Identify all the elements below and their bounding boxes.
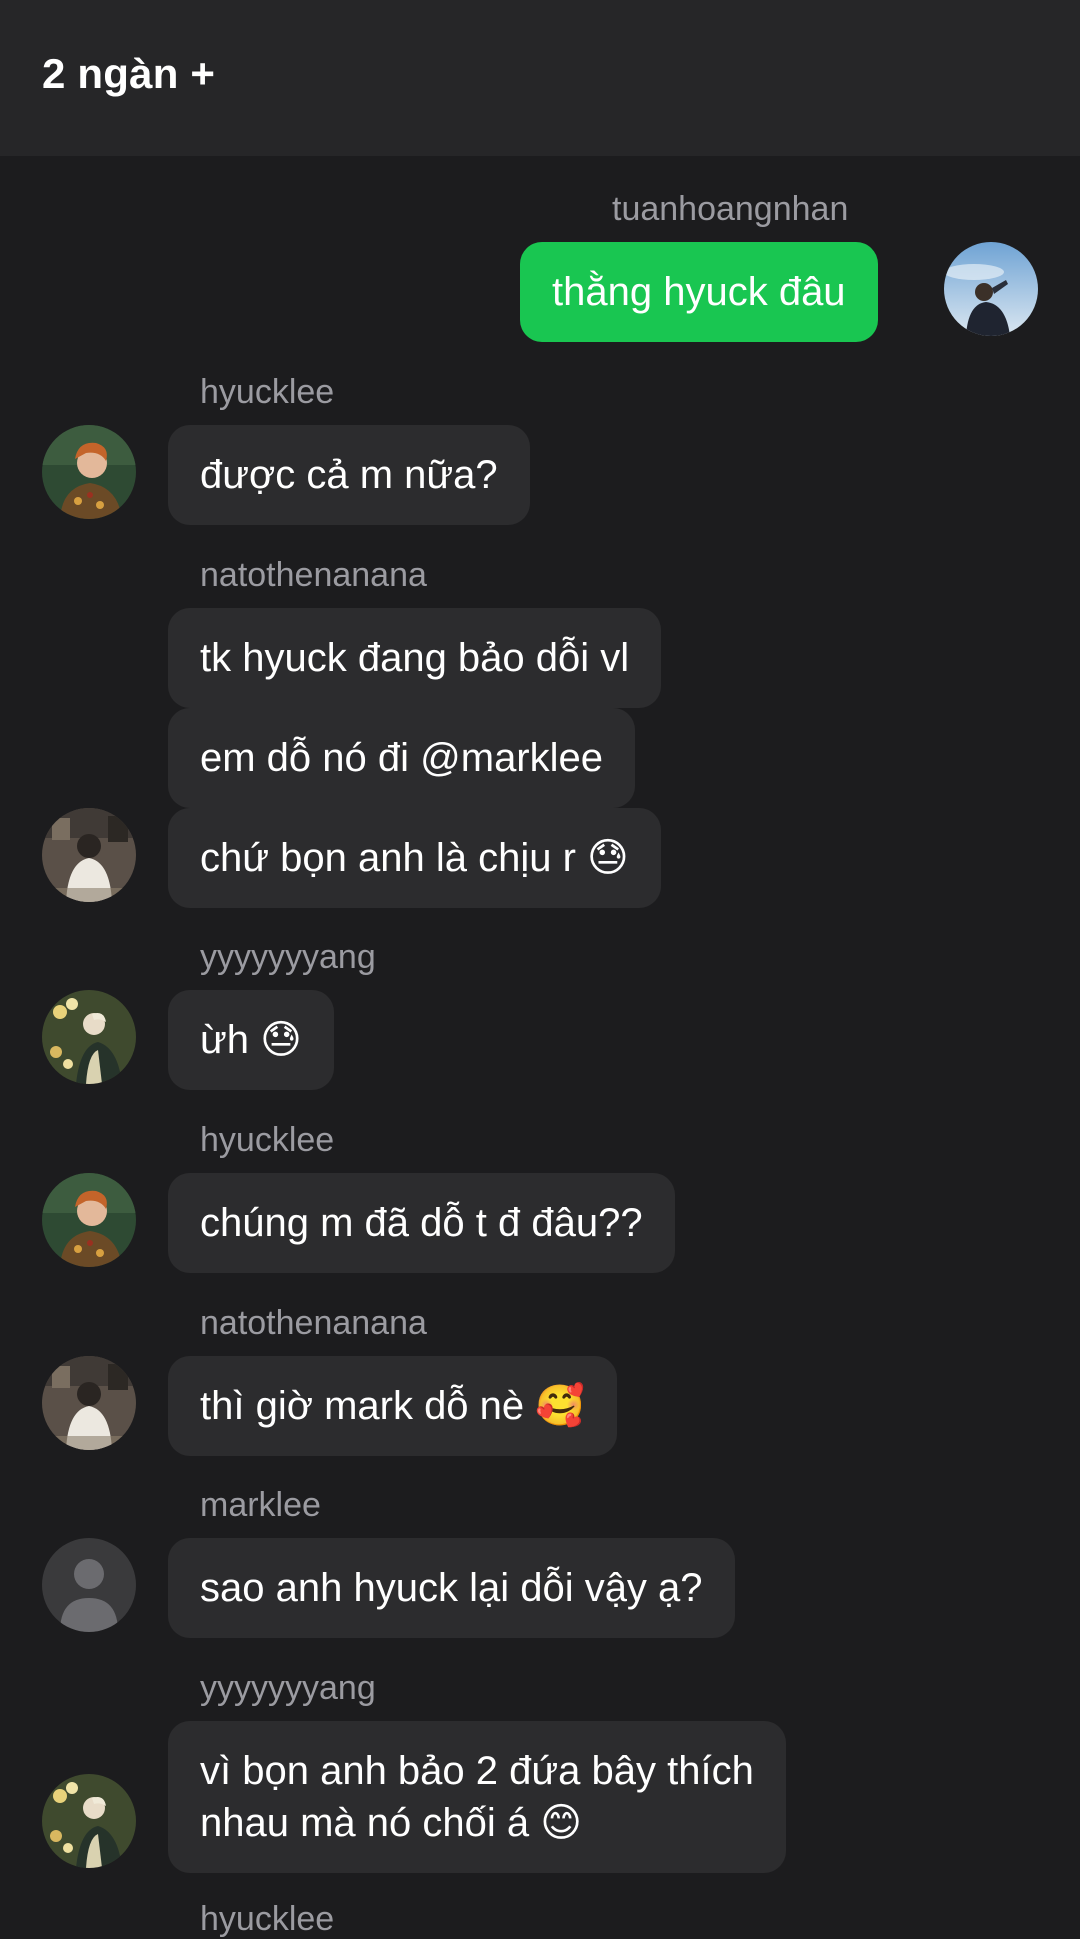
chat-header: 2 ngàn + <box>0 0 1080 156</box>
group-title[interactable]: 2 ngàn + <box>42 50 215 98</box>
message-bubble[interactable]: chứ bọn anh là chịu r 😓 <box>168 808 661 908</box>
message-bubble[interactable]: được cả m nữa? <box>168 425 530 525</box>
message-line: vì bọn anh bảo 2 đứa bây thích <box>200 1749 754 1793</box>
white-coat-portrait-avatar[interactable] <box>42 808 136 902</box>
message-bubble[interactable]: thằng hyuck đâu <box>520 242 878 342</box>
message-bubble[interactable]: ừh 😓 <box>168 990 334 1090</box>
sky-portrait-avatar[interactable] <box>944 242 1038 336</box>
white-coat-portrait-avatar[interactable] <box>42 1356 136 1450</box>
sender-name: natothenanana <box>200 1304 427 1342</box>
sender-name: hyucklee <box>200 1121 335 1159</box>
sender-name: yyyyyyyang <box>200 1669 376 1707</box>
sender-name: yyyyyyyang <box>200 938 376 976</box>
message-bubble[interactable]: vì bọn anh bảo 2 đứa bây thích nhau mà n… <box>168 1721 786 1873</box>
message-line: nhau mà nó chối á 😊 <box>200 1801 582 1845</box>
message-bubble[interactable]: sao anh hyuck lại dỗi vậy ạ? <box>168 1538 735 1638</box>
message-bubble[interactable]: tk hyuck đang bảo dỗi vl <box>168 608 662 708</box>
message-bubble[interactable]: thì giờ mark dỗ nè 🥰 <box>168 1356 618 1456</box>
orange-hair-portrait-avatar[interactable] <box>42 1173 136 1267</box>
flowers-portrait-avatar[interactable] <box>42 1774 136 1868</box>
sender-name: hyucklee <box>200 373 335 411</box>
sender-name: marklee <box>200 1486 321 1524</box>
default-person-avatar[interactable] <box>42 1538 136 1632</box>
orange-hair-portrait-avatar[interactable] <box>42 425 136 519</box>
sender-name: tuanhoangnhan <box>612 190 849 228</box>
message-bubble[interactable]: em dỗ nó đi @marklee <box>168 708 636 808</box>
flowers-portrait-avatar[interactable] <box>42 990 136 1084</box>
sender-name: natothenanana <box>200 556 427 594</box>
message-bubble[interactable]: chúng m đã dỗ t đ đâu?? <box>168 1173 675 1273</box>
